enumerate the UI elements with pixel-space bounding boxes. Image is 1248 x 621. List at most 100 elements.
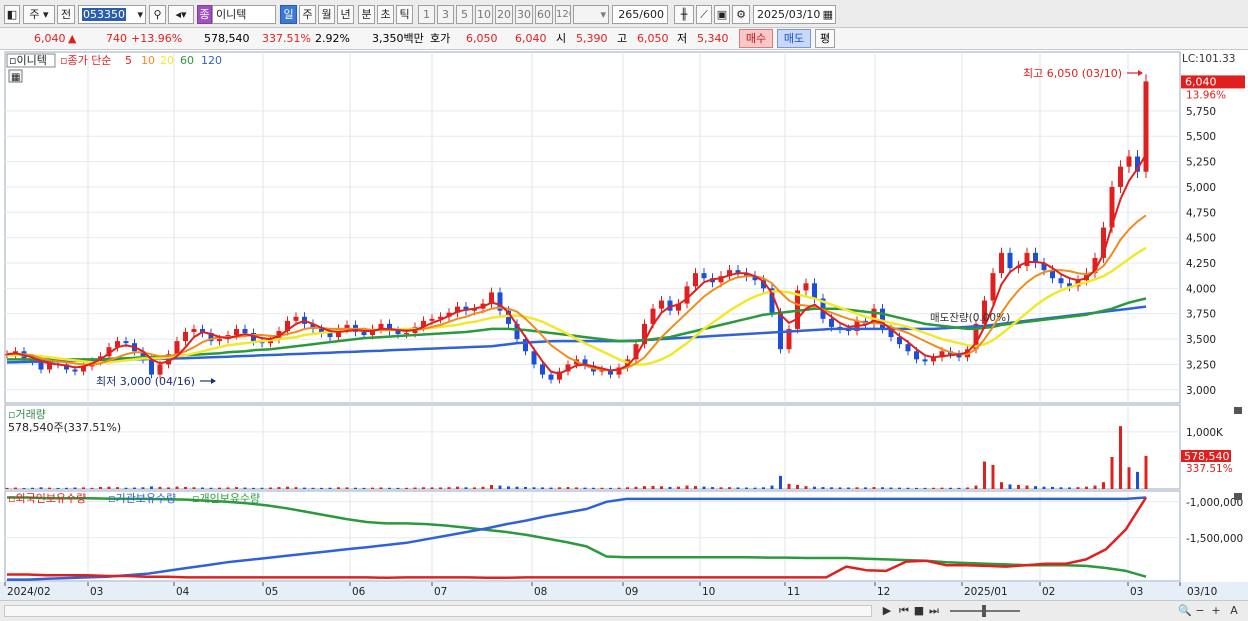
window-icon[interactable]: ◧ [4,5,20,24]
low-price: 5,340 [697,32,729,45]
volume-bar [175,486,179,489]
buy-button[interactable]: 매수 [739,29,773,48]
draw-line-icon[interactable]: ⟋ [696,5,712,24]
count-total: /600 [639,8,664,21]
volume-bar [770,485,774,489]
volume-bar [541,487,544,489]
volume-bar [796,485,799,489]
volume-bar [728,487,731,489]
zoom-in-icon[interactable]: + [1210,604,1222,618]
high-label: 고 [617,32,628,45]
chart-svg[interactable]: 2024/02 03 04 05 06 07 08 09 10 11 12 2025/01 02 03 03… [0,50,1248,600]
period-second[interactable]: 초 [377,5,394,24]
interval-60[interactable]: 60 [535,5,553,24]
auto-scale-icon[interactable]: A [1228,604,1240,618]
gear-icon[interactable]: ⚙ [732,5,750,24]
volume-bar [56,487,60,489]
candle-type-icon[interactable]: ╫ [674,5,694,24]
volume-current-label: 578,540 [1184,450,1230,463]
x-tick-label: 2025/01 [964,586,1008,598]
zoom-slider-handle[interactable] [982,605,986,617]
interval-3[interactable]: 3 [437,5,454,24]
volume-bar [82,487,85,489]
volume-bar [838,487,842,489]
search-icon[interactable]: ⚲ [149,5,166,24]
interval-120[interactable]: 120 [555,5,571,24]
x-tick-label: 05 [265,586,278,598]
candle-body [905,344,911,352]
volume-bar [889,487,893,489]
chart-background [0,50,1248,600]
x-tick-label: 09 [625,586,638,598]
zoom-icon[interactable]: 🔍 [1178,604,1192,618]
volume-bar [532,487,536,489]
speaker-icon[interactable]: ◂▾ [168,5,194,24]
volume-bar [549,487,553,489]
x-tick-label: 03 [90,586,103,598]
horizontal-scrollbar[interactable] [4,605,872,617]
period-tick[interactable]: 틱 [396,5,413,24]
market-select[interactable]: 주 ▾ [23,5,55,24]
volume-bar [1093,485,1097,489]
interval-1[interactable]: 1 [418,5,435,24]
volume-bar [1034,486,1037,489]
volume-bar [1136,471,1139,489]
volume-bar [609,487,612,489]
volume-bar [481,486,485,489]
x-tick-label: 02 [1042,586,1055,598]
y-tick-label: 3,000 [1186,385,1216,397]
stock-name-field[interactable]: 이니텍 [212,5,276,24]
volume-bar [311,487,315,489]
y-tick-label: 5,000 [1186,182,1216,194]
x-tick-label: 2024/02 [7,586,51,598]
play-icon[interactable]: ▶ [880,604,894,618]
prev-button[interactable]: 전 [57,5,75,24]
volume-bar [915,487,918,489]
x-tick-label: 06 [352,586,366,598]
interval-10[interactable]: 10 [475,5,493,24]
rewind-icon[interactable]: ⏮ [896,604,912,618]
count-field[interactable]: 265/600 [612,5,668,24]
volume-bar [524,486,527,489]
interval-20[interactable]: 20 [495,5,513,24]
volume-bar [362,487,366,489]
code-input[interactable]: 053350 ▾ [78,5,146,24]
avg-button[interactable]: 평 [815,29,835,48]
zoom-out-icon[interactable]: − [1194,604,1206,618]
period-minute[interactable]: 분 [358,5,375,24]
volume-bar [983,461,986,489]
volume-bar [439,487,442,489]
volume-bar [90,487,94,489]
period-week[interactable]: 주 [299,5,316,24]
interval-5[interactable]: 5 [456,5,473,24]
interval-custom-select[interactable]: ▾ [573,5,609,24]
volume-bar [923,487,927,489]
period-day[interactable]: 일 [280,5,297,24]
chart-area[interactable]: 2024/02 03 04 05 06 07 08 09 10 11 12 2025/01 02 03 03… [0,50,1248,621]
legend-ma-title: ▫종가 단순 [60,54,111,67]
forward-icon[interactable]: ⏭ [926,604,942,618]
period-month[interactable]: 월 [318,5,335,24]
x-tick-label: 03 [1130,586,1143,598]
save-icon[interactable]: ▣ [714,5,730,24]
volume-bar [243,487,247,489]
volume-bar [745,487,748,489]
candle-body [293,316,299,321]
date-field[interactable]: 2025/03/10 ▦ [753,5,836,24]
candle-body [701,273,707,279]
volume-bar [898,487,901,489]
volume-bar [1059,487,1063,489]
interval-30[interactable]: 30 [515,5,533,24]
stop-icon[interactable]: ■ [912,604,926,618]
volume-bar [124,487,128,489]
period-year[interactable]: 년 [337,5,354,24]
volume-bar [881,487,884,489]
open-label: 시 [556,32,567,45]
legend-ma-20: 20 [160,54,174,67]
volume-bar [702,486,706,489]
sell-button[interactable]: 매도 [777,29,811,48]
x-tick-label: 03/10 [1187,586,1217,598]
volume-bar [303,487,306,489]
volume-bar [31,487,34,489]
volume-bar [1144,455,1148,489]
